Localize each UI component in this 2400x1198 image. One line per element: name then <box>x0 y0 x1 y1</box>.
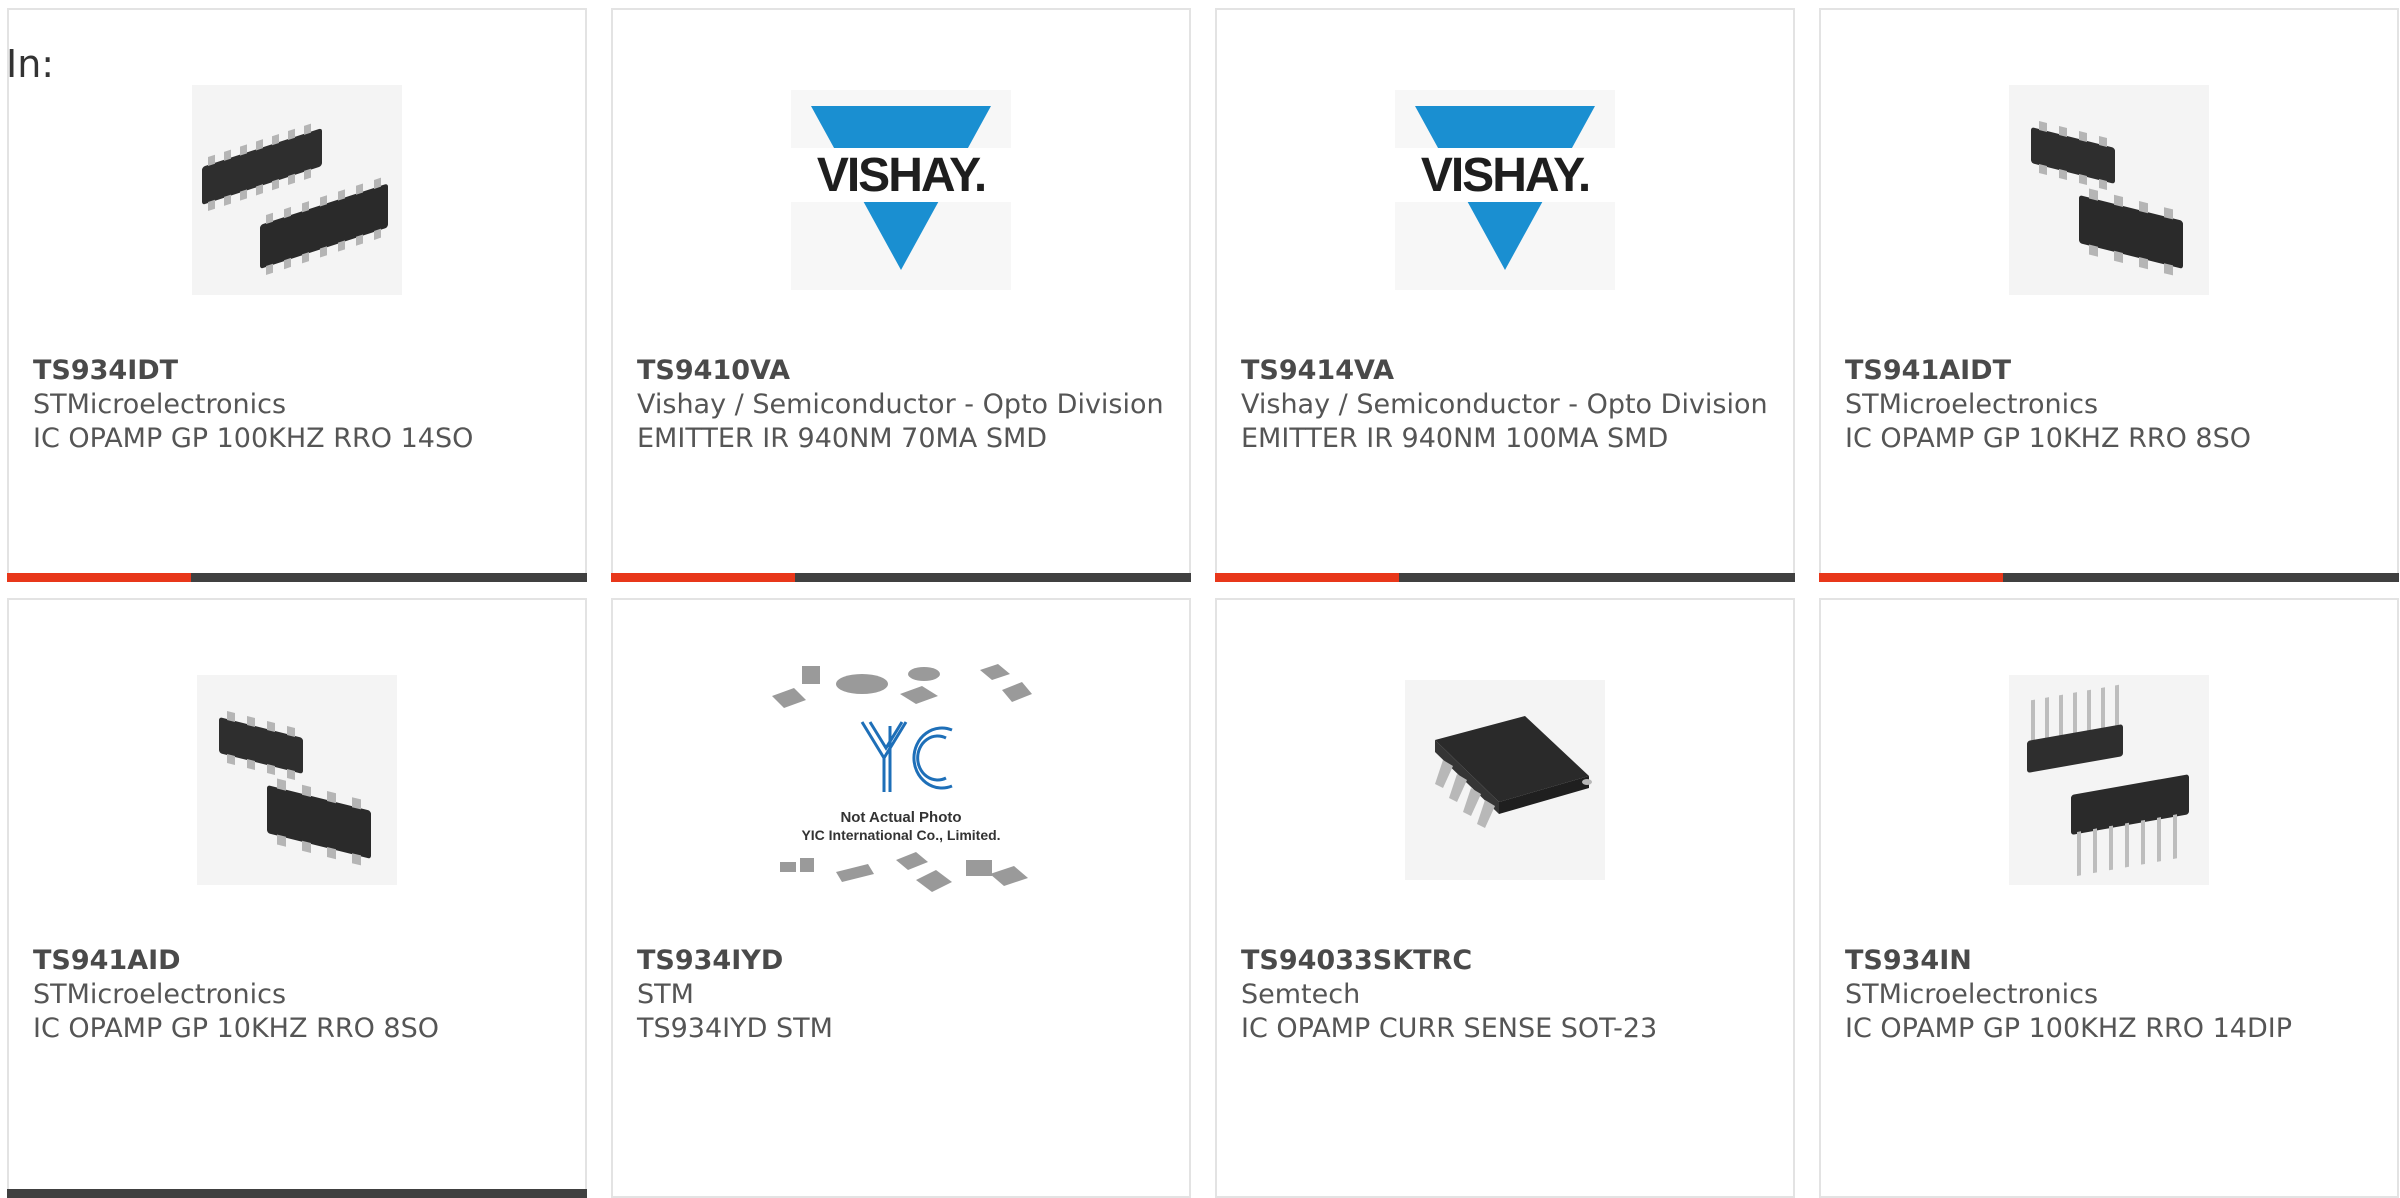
placeholder-line1: Not Actual Photo <box>840 809 961 826</box>
description: EMITTER IR 940NM 100MA SMD <box>1241 423 1669 454</box>
product-card[interactable]: TS94033SKTRC Semtech IC OPAMP CURR SENSE… <box>1215 598 1795 1198</box>
product-info: TS9414VA Vishay / Semiconductor - Opto D… <box>1241 354 1773 456</box>
description: IC OPAMP GP 10KHZ RRO 8SO <box>1845 423 2251 454</box>
card-accent-bar <box>1215 573 1795 582</box>
part-number-link[interactable]: TS941AIDT <box>1845 354 2377 388</box>
card-accent-bar <box>7 1189 587 1198</box>
manufacturer: STMicroelectronics <box>1845 389 2099 420</box>
vishay-logo: VISHAY. <box>1395 90 1615 290</box>
product-image[interactable] <box>9 70 585 310</box>
product-card[interactable]: VISHAY. TS9410VA Vishay / Semiconductor … <box>611 8 1191 582</box>
description: EMITTER IR 940NM 70MA SMD <box>637 423 1048 454</box>
description: TS934IYD STM <box>637 1013 833 1044</box>
vishay-logo-text: VISHAY. <box>1421 149 1589 202</box>
card-accent-bar <box>1819 573 2399 582</box>
manufacturer: STMicroelectronics <box>33 389 287 420</box>
product-image[interactable] <box>9 660 585 900</box>
manufacturer: STMicroelectronics <box>33 979 287 1010</box>
yic-placeholder-image: Not Actual Photo YIC International Co., … <box>772 664 1032 892</box>
part-number-link[interactable]: TS94033SKTRC <box>1241 944 1773 978</box>
product-image[interactable] <box>1821 660 2397 900</box>
product-card[interactable]: VISHAY. TS9414VA Vishay / Semiconductor … <box>1215 8 1795 582</box>
product-card[interactable]: TS941AIDT STMicroelectronics IC OPAMP GP… <box>1819 8 2399 582</box>
product-info: TS941AID STMicroelectronics IC OPAMP GP … <box>33 944 565 1046</box>
product-info: TS94033SKTRC Semtech IC OPAMP CURR SENSE… <box>1241 944 1773 1046</box>
description: IC OPAMP GP 100KHZ RRO 14SO <box>33 423 474 454</box>
product-image[interactable]: VISHAY. <box>613 70 1189 310</box>
manufacturer: Semtech <box>1241 979 1361 1010</box>
product-grid: TS934IDT STMicroelectronics IC OPAMP GP … <box>0 0 2400 1198</box>
soic-14-pair-icon <box>192 85 402 295</box>
part-number-link[interactable]: TS941AID <box>33 944 565 978</box>
manufacturer: Vishay / Semiconductor - Opto Division <box>637 389 1164 420</box>
product-card[interactable]: TS934IN STMicroelectronics IC OPAMP GP 1… <box>1819 598 2399 1198</box>
product-card[interactable]: Not Actual Photo YIC International Co., … <box>611 598 1191 1198</box>
description: IC OPAMP CURR SENSE SOT-23 <box>1241 1013 1658 1044</box>
description: IC OPAMP GP 100KHZ RRO 14DIP <box>1845 1013 2292 1044</box>
product-image[interactable]: Not Actual Photo YIC International Co., … <box>613 660 1189 900</box>
card-accent-bar <box>611 573 1191 582</box>
product-card[interactable]: TS934IDT STMicroelectronics IC OPAMP GP … <box>7 8 587 582</box>
part-number-link[interactable]: TS934IYD <box>637 944 1169 978</box>
part-number-link[interactable]: TS934IDT <box>33 354 565 388</box>
product-info: TS934IYD STM TS934IYD STM <box>637 944 1169 1046</box>
manufacturer: Vishay / Semiconductor - Opto Division <box>1241 389 1768 420</box>
vishay-logo-text: VISHAY. <box>817 149 985 202</box>
description: IC OPAMP GP 10KHZ RRO 8SO <box>33 1013 439 1044</box>
soic-8-pair-icon <box>197 675 397 885</box>
product-info: TS941AIDT STMicroelectronics IC OPAMP GP… <box>1845 354 2377 456</box>
product-info: TS934IN STMicroelectronics IC OPAMP GP 1… <box>1845 944 2377 1046</box>
soic-8-pair-icon <box>2009 85 2209 295</box>
manufacturer: STM <box>637 979 694 1010</box>
product-info: TS9410VA Vishay / Semiconductor - Opto D… <box>637 354 1169 456</box>
part-number-link[interactable]: TS9410VA <box>637 354 1169 388</box>
placeholder-line2: YIC International Co., Limited. <box>801 827 1000 843</box>
in-filter-label: In: <box>6 42 55 86</box>
product-image[interactable]: VISHAY. <box>1217 70 1793 310</box>
soic-8-single-icon <box>1405 680 1605 880</box>
part-number-link[interactable]: TS9414VA <box>1241 354 1773 388</box>
part-number-link[interactable]: TS934IN <box>1845 944 2377 978</box>
manufacturer: STMicroelectronics <box>1845 979 2099 1010</box>
product-card[interactable]: TS941AID STMicroelectronics IC OPAMP GP … <box>7 598 587 1198</box>
product-image[interactable] <box>1217 660 1793 900</box>
dip-14-pair-icon <box>2009 675 2209 885</box>
vishay-logo: VISHAY. <box>791 90 1011 290</box>
product-info: TS934IDT STMicroelectronics IC OPAMP GP … <box>33 354 565 456</box>
card-accent-bar <box>7 573 587 582</box>
product-image[interactable] <box>1821 70 2397 310</box>
